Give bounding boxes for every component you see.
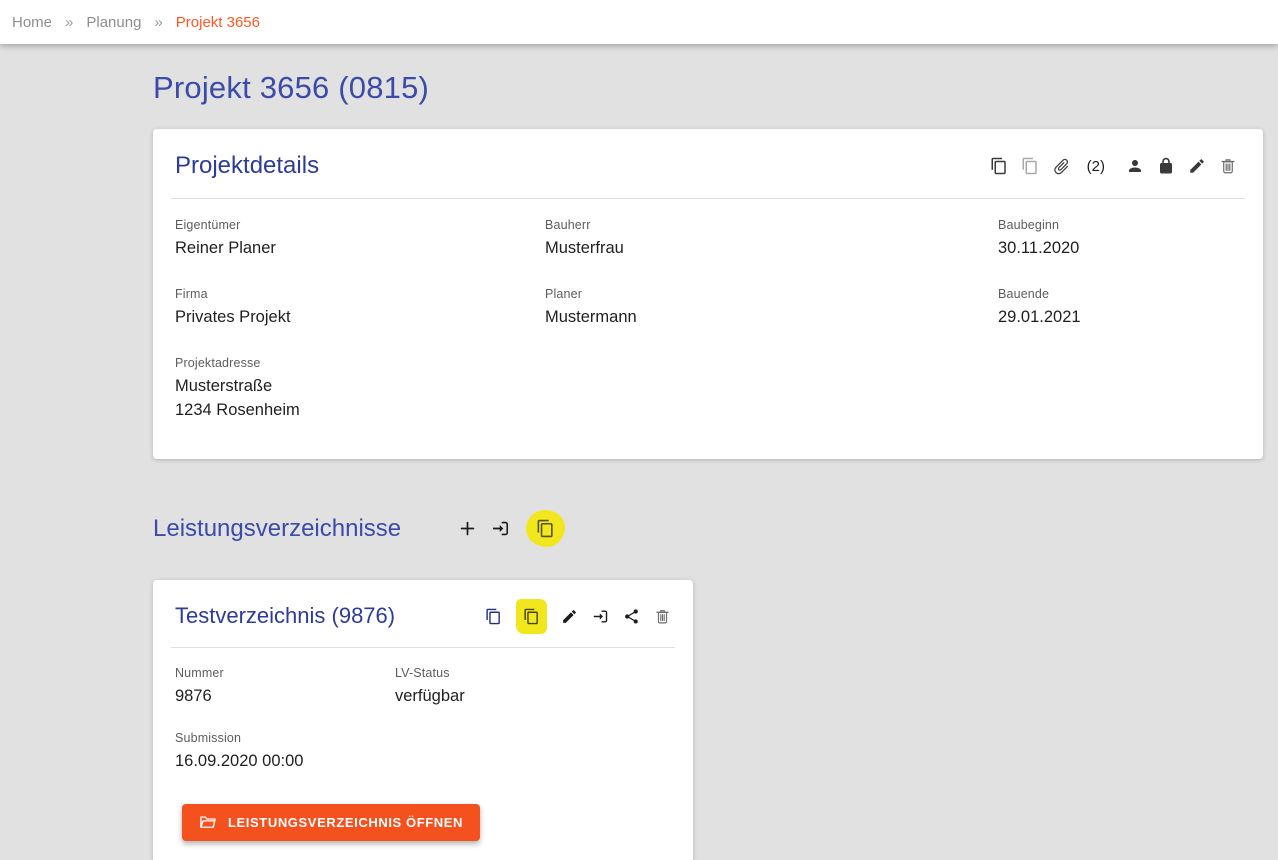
delete-icon[interactable] — [654, 608, 671, 625]
field-label: Nummer — [175, 666, 395, 680]
field-projektadresse: Projektadresse Musterstraße 1234 Rosenhe… — [175, 356, 545, 423]
lv-section-title: Leistungsverzeichnisse — [153, 515, 401, 543]
field-value-line2: 1234 Rosenheim — [175, 399, 545, 423]
open-lv-button[interactable]: LEISTUNGSVERZEICHNIS ÖFFNEN — [182, 804, 480, 841]
field-value: 30.11.2020 — [998, 237, 1241, 261]
field-value: Musterfrau — [545, 237, 998, 261]
delete-icon[interactable] — [1219, 157, 1237, 175]
field-value: Mustermann — [545, 306, 998, 330]
share-icon[interactable] — [623, 608, 640, 625]
field-value: verfügbar — [395, 685, 671, 709]
import-icon[interactable] — [491, 519, 510, 538]
field-baubeginn: Baubeginn 30.11.2020 — [998, 218, 1241, 261]
field-value: 9876 — [175, 685, 395, 709]
import-icon[interactable] — [592, 608, 609, 625]
field-label: Submission — [175, 731, 395, 745]
field-label: Baubeginn — [998, 218, 1241, 232]
lv-card-toolbar — [485, 599, 671, 634]
attachment-count: (2) — [1087, 158, 1105, 175]
lv-card: Testverzeichnis (9876) — [153, 580, 693, 860]
breadcrumb-separator: » — [154, 14, 162, 31]
field-submission: Submission 16.09.2020 00:00 — [175, 731, 395, 774]
breadcrumb-planung[interactable]: Planung — [86, 14, 141, 31]
copy-icon[interactable] — [990, 157, 1008, 175]
field-value-line1: Musterstraße — [175, 375, 545, 399]
folder-open-icon — [199, 813, 217, 831]
lv-section-toolbar — [458, 510, 565, 547]
project-details-card: Projektdetails (2) — [153, 129, 1263, 459]
breadcrumb-home[interactable]: Home — [12, 14, 52, 31]
field-nummer: Nummer 9876 — [175, 666, 395, 709]
add-icon[interactable] — [458, 519, 477, 538]
field-bauende: Bauende 29.01.2021 — [998, 287, 1241, 330]
breadcrumb-bar: Home » Planung » Projekt 3656 — [0, 0, 1278, 44]
main-content: Projekt 3656 (0815) Projektdetails (2) — [0, 44, 1278, 860]
breadcrumb-current-project[interactable]: Projekt 3656 — [176, 14, 260, 31]
project-details-title: Projektdetails — [175, 152, 319, 180]
attachment-icon[interactable] — [1048, 153, 1075, 180]
field-label: Planer — [545, 287, 998, 301]
page-title: Projekt 3656 (0815) — [153, 70, 1263, 106]
field-firma: Firma Privates Projekt — [175, 287, 545, 330]
field-label: Firma — [175, 287, 545, 301]
copy-icon-highlighted[interactable] — [526, 510, 565, 547]
field-label: LV-Status — [395, 666, 671, 680]
field-label: Eigentümer — [175, 218, 545, 232]
person-icon[interactable] — [1126, 157, 1144, 175]
field-eigentuemer: Eigentümer Reiner Planer — [175, 218, 545, 261]
field-value: Privates Projekt — [175, 306, 545, 330]
lv-card-title: Testverzeichnis (9876) — [175, 603, 395, 629]
field-bauherr: Bauherr Musterfrau — [545, 218, 998, 261]
copy-icon-disabled[interactable] — [1021, 157, 1039, 175]
project-details-fields: Eigentümer Reiner Planer Firma Privates … — [153, 199, 1263, 459]
copy-icon-highlighted[interactable] — [516, 599, 547, 634]
open-lv-button-label: LEISTUNGSVERZEICHNIS ÖFFNEN — [228, 815, 463, 830]
project-details-toolbar: (2) — [990, 157, 1237, 176]
field-planer: Planer Mustermann — [545, 287, 998, 330]
field-label: Bauende — [998, 287, 1241, 301]
field-value: Reiner Planer — [175, 237, 545, 261]
edit-icon[interactable] — [1188, 157, 1206, 175]
field-value: 16.09.2020 00:00 — [175, 750, 395, 774]
lv-card-fields: Nummer 9876 Submission 16.09.2020 00:00 … — [153, 648, 693, 796]
edit-icon[interactable] — [561, 608, 578, 625]
breadcrumb: Home » Planung » Projekt 3656 — [12, 14, 260, 31]
field-label: Projektadresse — [175, 356, 545, 370]
breadcrumb-separator: » — [65, 14, 73, 31]
field-value: 29.01.2021 — [998, 306, 1241, 330]
field-lv-status: LV-Status verfügbar — [395, 666, 671, 709]
lv-section-header: Leistungsverzeichnisse — [153, 505, 1263, 553]
lock-icon[interactable] — [1157, 157, 1175, 175]
copy-icon[interactable] — [485, 608, 502, 625]
field-label: Bauherr — [545, 218, 998, 232]
